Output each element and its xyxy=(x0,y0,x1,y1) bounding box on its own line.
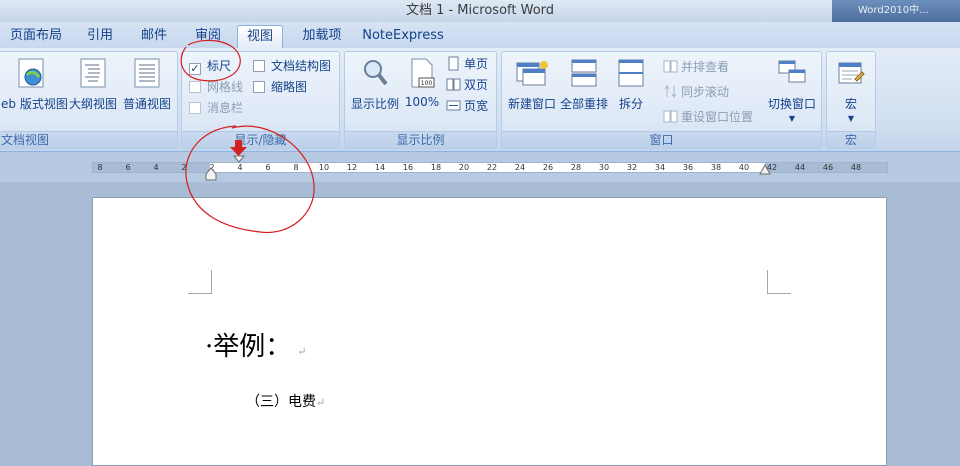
annotation-circle-ruler-checkbox xyxy=(180,39,241,82)
pointer-arrow-icon xyxy=(230,140,247,156)
annotation-circle-ruler xyxy=(185,125,315,234)
annotation-overlay xyxy=(180,39,315,234)
